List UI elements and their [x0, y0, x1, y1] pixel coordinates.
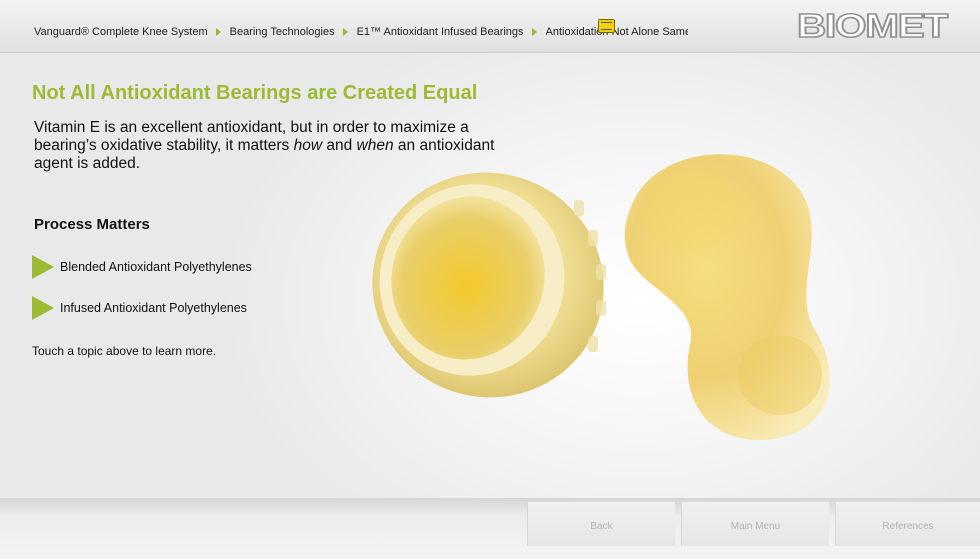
section-heading: Process Matters	[34, 216, 150, 233]
biomet-logo: BIOMET	[796, 10, 950, 40]
topic-label: Infused Antioxidant Polyethylenes	[60, 301, 247, 315]
instruction-text: Touch a topic above to learn more.	[32, 344, 217, 358]
breadcrumb-separator-icon	[215, 28, 221, 36]
logo-text: BIOMET	[797, 10, 948, 40]
breadcrumb-item[interactable]: E1™ Antioxidant Infused Bearings	[357, 26, 524, 38]
breadcrumb: Vanguard® Complete Knee System Bearing T…	[34, 26, 688, 38]
breadcrumb-separator-icon	[531, 28, 537, 36]
breadcrumb-item[interactable]: Vanguard® Complete Knee System	[34, 26, 208, 38]
back-button[interactable]: Back	[527, 502, 675, 546]
main-menu-button[interactable]: Main Menu	[681, 502, 829, 546]
play-arrow-icon	[32, 296, 54, 320]
femoral-component-shape	[624, 154, 830, 440]
topic-label: Blended Antioxidant Polyethylenes	[60, 260, 252, 274]
page: Vanguard® Complete Knee System Bearing T…	[0, 0, 980, 559]
topic-blended-button[interactable]: Blended Antioxidant Polyethylenes	[32, 255, 252, 279]
note-icon[interactable]	[598, 19, 615, 33]
breadcrumb-separator-icon	[342, 28, 348, 36]
topic-infused-button[interactable]: Infused Antioxidant Polyethylenes	[32, 296, 247, 320]
knee-bearing-image	[372, 154, 830, 440]
header-bar: Vanguard® Complete Knee System Bearing T…	[0, 0, 980, 53]
intro-text: and	[322, 137, 357, 154]
footer-bar	[0, 498, 980, 559]
intro-emphasis-how: how	[293, 137, 323, 154]
breadcrumb-item[interactable]: Bearing Technologies	[230, 26, 335, 38]
breadcrumb-current: Antioxidation Not Alone Same	[545, 26, 688, 38]
page-title: Not All Antioxidant Bearings are Created…	[32, 82, 478, 104]
tibial-bearing-shape	[372, 172, 606, 398]
references-button[interactable]: References	[835, 502, 980, 546]
play-arrow-icon	[32, 255, 54, 279]
